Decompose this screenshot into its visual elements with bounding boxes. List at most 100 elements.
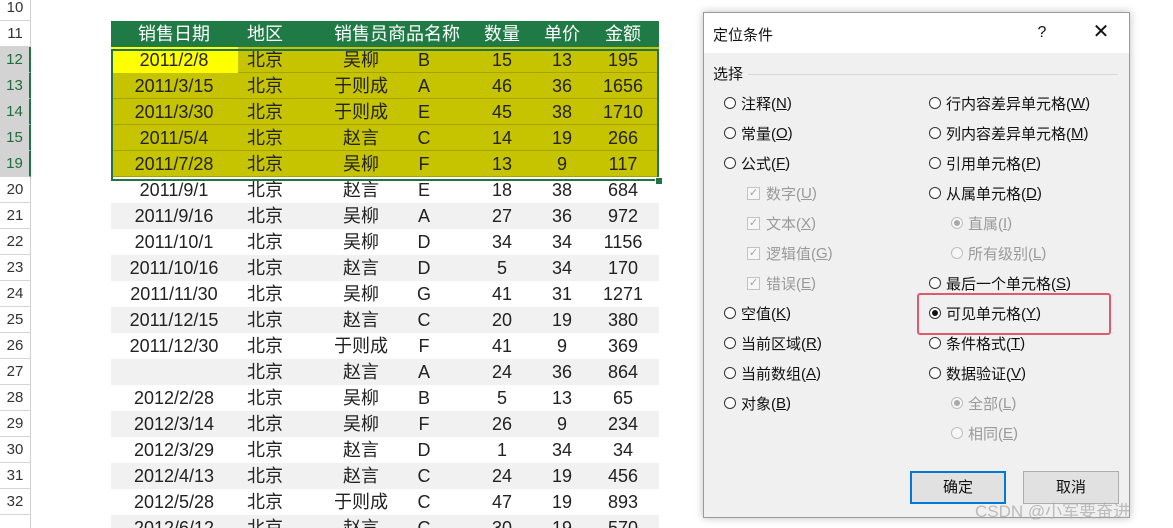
table-cell[interactable]: 20 (484, 307, 521, 333)
table-cell[interactable]: 2011/12/15 (111, 307, 238, 333)
row-header[interactable]: 13 (0, 73, 31, 99)
table-cell[interactable]: A (374, 73, 474, 99)
table-cell[interactable]: 1710 (562, 99, 684, 125)
radio-button[interactable] (929, 157, 941, 169)
table-cell[interactable]: C (374, 489, 474, 515)
table-cell[interactable]: 北京 (239, 203, 292, 229)
row-header[interactable]: 11 (0, 21, 31, 47)
table-cell[interactable]: 893 (562, 489, 684, 515)
table-cell[interactable]: 北京 (239, 411, 292, 437)
option-constants[interactable]: 常量(O) (724, 122, 793, 144)
table-cell[interactable]: 1656 (562, 73, 684, 99)
table-cell[interactable]: 2011/10/16 (111, 255, 238, 281)
row-header[interactable]: 23 (0, 255, 31, 281)
table-cell[interactable]: 北京 (239, 437, 292, 463)
table-cell[interactable]: 46 (484, 73, 521, 99)
table-cell[interactable]: 北京 (239, 125, 292, 151)
option-objects[interactable]: 对象(B) (724, 392, 791, 414)
table-cell[interactable]: 北京 (239, 47, 292, 73)
table-cell[interactable]: 27 (484, 203, 521, 229)
table-cell[interactable]: 北京 (239, 281, 292, 307)
table-cell[interactable]: 26 (484, 411, 521, 437)
table-cell[interactable]: E (374, 177, 474, 203)
radio-button[interactable] (929, 127, 941, 139)
row-header[interactable]: 15 (0, 125, 31, 151)
table-cell[interactable]: 5 (484, 255, 521, 281)
table-cell[interactable]: 266 (562, 125, 684, 151)
option-current-region[interactable]: 当前区域(R) (724, 332, 822, 354)
row-header[interactable]: 20 (0, 177, 31, 203)
option-comments[interactable]: 注释(N) (724, 92, 792, 114)
row-header[interactable]: 24 (0, 281, 31, 307)
table-cell[interactable]: 北京 (239, 385, 292, 411)
radio-button[interactable] (724, 127, 736, 139)
table-cell[interactable]: 195 (562, 47, 684, 73)
table-cell[interactable]: 170 (562, 255, 684, 281)
table-cell[interactable]: 2012/5/28 (111, 489, 238, 515)
row-header[interactable]: 26 (0, 333, 31, 359)
table-cell[interactable]: C (374, 307, 474, 333)
table-cell[interactable]: 45 (484, 99, 521, 125)
radio-button[interactable] (724, 367, 736, 379)
table-cell[interactable]: 972 (562, 203, 684, 229)
table-cell[interactable]: 北京 (239, 307, 292, 333)
row-header[interactable]: 12 (0, 47, 31, 73)
radio-button[interactable] (724, 397, 736, 409)
table-cell[interactable]: 2012/6/12 (111, 515, 238, 528)
table-cell[interactable]: 864 (562, 359, 684, 385)
radio-button[interactable] (724, 337, 736, 349)
table-cell[interactable]: 13 (484, 151, 521, 177)
option-row-differences[interactable]: 行内容差异单元格(W) (929, 92, 1090, 114)
table-cell[interactable]: D (374, 255, 474, 281)
table-cell[interactable]: 2011/5/4 (111, 125, 238, 151)
row-header[interactable] (0, 515, 31, 528)
radio-button[interactable] (929, 277, 941, 289)
fill-handle[interactable] (655, 177, 663, 185)
table-cell[interactable]: B (374, 385, 474, 411)
table-cell[interactable]: 北京 (239, 359, 292, 385)
option-dependents[interactable]: 从属单元格(D) (929, 182, 1042, 204)
table-cell[interactable]: E (374, 99, 474, 125)
radio-button[interactable] (724, 307, 736, 319)
table-cell[interactable]: 18 (484, 177, 521, 203)
table-cell[interactable]: 570 (562, 515, 684, 528)
table-cell[interactable]: 1 (484, 437, 521, 463)
radio-button[interactable] (929, 337, 941, 349)
table-cell[interactable]: 2011/3/15 (111, 73, 238, 99)
table-cell[interactable]: 24 (484, 463, 521, 489)
table-cell[interactable]: 北京 (239, 463, 292, 489)
table-cell[interactable]: 369 (562, 333, 684, 359)
option-precedents[interactable]: 引用单元格(P) (929, 152, 1041, 174)
table-cell[interactable]: 北京 (239, 515, 292, 528)
option-conditional-formats[interactable]: 条件格式(T) (929, 332, 1025, 354)
table-cell[interactable] (111, 359, 238, 385)
table-cell[interactable]: 2012/3/14 (111, 411, 238, 437)
column-header[interactable]: 地区 (239, 21, 292, 47)
table-cell[interactable]: C (374, 125, 474, 151)
table-cell[interactable]: 北京 (239, 255, 292, 281)
row-header[interactable]: 25 (0, 307, 31, 333)
radio-button[interactable] (929, 367, 941, 379)
table-cell[interactable]: F (374, 333, 474, 359)
table-cell[interactable]: 北京 (239, 489, 292, 515)
table-cell[interactable]: 北京 (239, 99, 292, 125)
table-cell[interactable]: 14 (484, 125, 521, 151)
table-cell[interactable]: 117 (562, 151, 684, 177)
table-cell[interactable]: C (374, 463, 474, 489)
table-cell[interactable]: 684 (562, 177, 684, 203)
option-column-differences[interactable]: 列内容差异单元格(M) (929, 122, 1089, 144)
table-cell[interactable]: 24 (484, 359, 521, 385)
row-header[interactable]: 10 (0, 0, 31, 21)
table-cell[interactable]: 456 (562, 463, 684, 489)
table-cell[interactable]: 34 (562, 437, 684, 463)
table-cell[interactable]: 2011/3/30 (111, 99, 238, 125)
table-cell[interactable]: F (374, 411, 474, 437)
table-cell[interactable]: 2011/11/30 (111, 281, 238, 307)
row-header[interactable]: 30 (0, 437, 31, 463)
table-cell[interactable]: 1271 (562, 281, 684, 307)
table-cell[interactable]: D (374, 437, 474, 463)
table-cell[interactable]: G (374, 281, 474, 307)
table-cell[interactable]: 2011/12/30 (111, 333, 238, 359)
row-header[interactable]: 14 (0, 99, 31, 125)
close-button[interactable]: ✕ (1088, 19, 1114, 45)
